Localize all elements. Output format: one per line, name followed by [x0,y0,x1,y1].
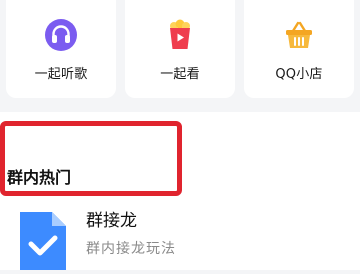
headphones-icon [44,18,78,52]
qq-shop-label: QQ小店 [275,67,323,82]
check-document-icon [16,210,70,270]
section-title: 群内热门 [7,168,72,187]
watch-together-button[interactable]: 一起看 [125,0,235,98]
listen-together-label: 一起听歌 [34,67,88,82]
popcorn-icon [163,18,197,52]
shortcut-area: 一起听歌 一起看 QQ小店 [0,0,360,112]
qq-shop-button[interactable]: QQ小店 [244,0,354,98]
watch-together-label: 一起看 [160,67,200,82]
item-subtitle: 群内接龙玩法 [86,241,176,257]
shopping-basket-icon [282,18,316,52]
list-item-group-relay[interactable]: 群接龙 群内接龙玩法 [0,200,360,270]
item-title: 群接龙 [86,211,137,231]
listen-together-button[interactable]: 一起听歌 [6,0,116,98]
group-hot-section: 群内热门 群接龙 群内接龙玩法 [0,112,360,270]
